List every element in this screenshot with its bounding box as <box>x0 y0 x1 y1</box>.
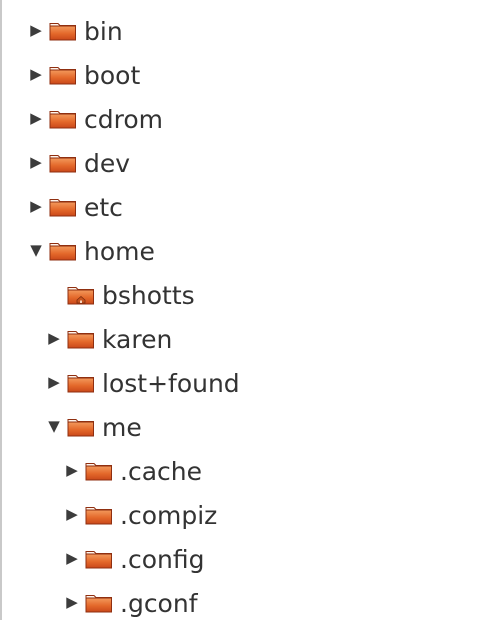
tree-item-label: me <box>102 412 142 442</box>
tree-item-label: boot <box>84 60 141 90</box>
tree-item-label: home <box>84 236 155 266</box>
folder-icon <box>66 370 96 394</box>
triangle-right-icon[interactable]: ▶ <box>62 548 82 568</box>
folder-tree[interactable]: ▶ bin ▶ boot ▶ cdrom ▶ dev ▶ etc ▼ home … <box>2 0 492 620</box>
folder-icon <box>48 62 78 86</box>
triangle-right-icon[interactable]: ▶ <box>26 64 46 84</box>
tree-row[interactable]: ▼ home <box>26 228 155 272</box>
tree-row[interactable]: ▶ .config <box>62 536 204 580</box>
triangle-right-icon[interactable]: ▶ <box>26 196 46 216</box>
tree-item-label: karen <box>102 324 173 354</box>
folder-icon <box>84 502 114 526</box>
folder-icon <box>66 414 96 438</box>
tree-item-label: .compiz <box>120 500 218 530</box>
tree-row[interactable]: ▶ .gconf <box>62 580 198 620</box>
tree-row[interactable]: ▶ bin <box>26 8 123 52</box>
folder-icon <box>48 106 78 130</box>
tree-item-label: etc <box>84 192 123 222</box>
tree-row[interactable]: bshotts <box>44 272 195 316</box>
folder-icon <box>48 18 78 42</box>
tree-row[interactable]: ▶ etc <box>26 184 123 228</box>
tree-row[interactable]: ▶ lost+found <box>44 360 240 404</box>
triangle-down-icon[interactable]: ▼ <box>44 416 64 436</box>
tree-item-label: .cache <box>120 456 202 486</box>
tree-item-label: cdrom <box>84 104 163 134</box>
tree-row[interactable]: ▶ boot <box>26 52 140 96</box>
tree-item-label: lost+found <box>102 368 240 398</box>
triangle-right-icon[interactable]: ▶ <box>62 504 82 524</box>
tree-row[interactable]: ▼ me <box>44 404 142 448</box>
home-folder-icon <box>66 282 96 306</box>
tree-row[interactable]: ▶ cdrom <box>26 96 163 140</box>
folder-icon <box>84 458 114 482</box>
triangle-right-icon[interactable]: ▶ <box>26 20 46 40</box>
tree-item-label: .gconf <box>120 588 198 618</box>
triangle-right-icon[interactable]: ▶ <box>62 592 82 612</box>
triangle-down-icon[interactable]: ▼ <box>26 240 46 260</box>
folder-icon <box>48 150 78 174</box>
triangle-right-icon[interactable]: ▶ <box>44 328 64 348</box>
folder-icon <box>48 238 78 262</box>
triangle-right-icon[interactable]: ▶ <box>26 152 46 172</box>
tree-item-label: .config <box>120 544 205 574</box>
folder-icon <box>84 590 114 614</box>
tree-item-label: bin <box>84 16 123 46</box>
tree-item-label: bshotts <box>102 280 195 310</box>
tree-item-label: dev <box>84 148 131 178</box>
triangle-right-icon[interactable]: ▶ <box>44 372 64 392</box>
folder-icon <box>48 194 78 218</box>
tree-row[interactable]: ▶ karen <box>44 316 172 360</box>
triangle-right-icon[interactable]: ▶ <box>62 460 82 480</box>
tree-row[interactable]: ▶ .compiz <box>62 492 217 536</box>
triangle-right-icon[interactable]: ▶ <box>26 108 46 128</box>
folder-icon <box>66 326 96 350</box>
tree-row[interactable]: ▶ .cache <box>62 448 202 492</box>
folder-tree-panel: ▶ bin ▶ boot ▶ cdrom ▶ dev ▶ etc ▼ home … <box>0 0 492 620</box>
tree-row[interactable]: ▶ dev <box>26 140 130 184</box>
folder-icon <box>84 546 114 570</box>
